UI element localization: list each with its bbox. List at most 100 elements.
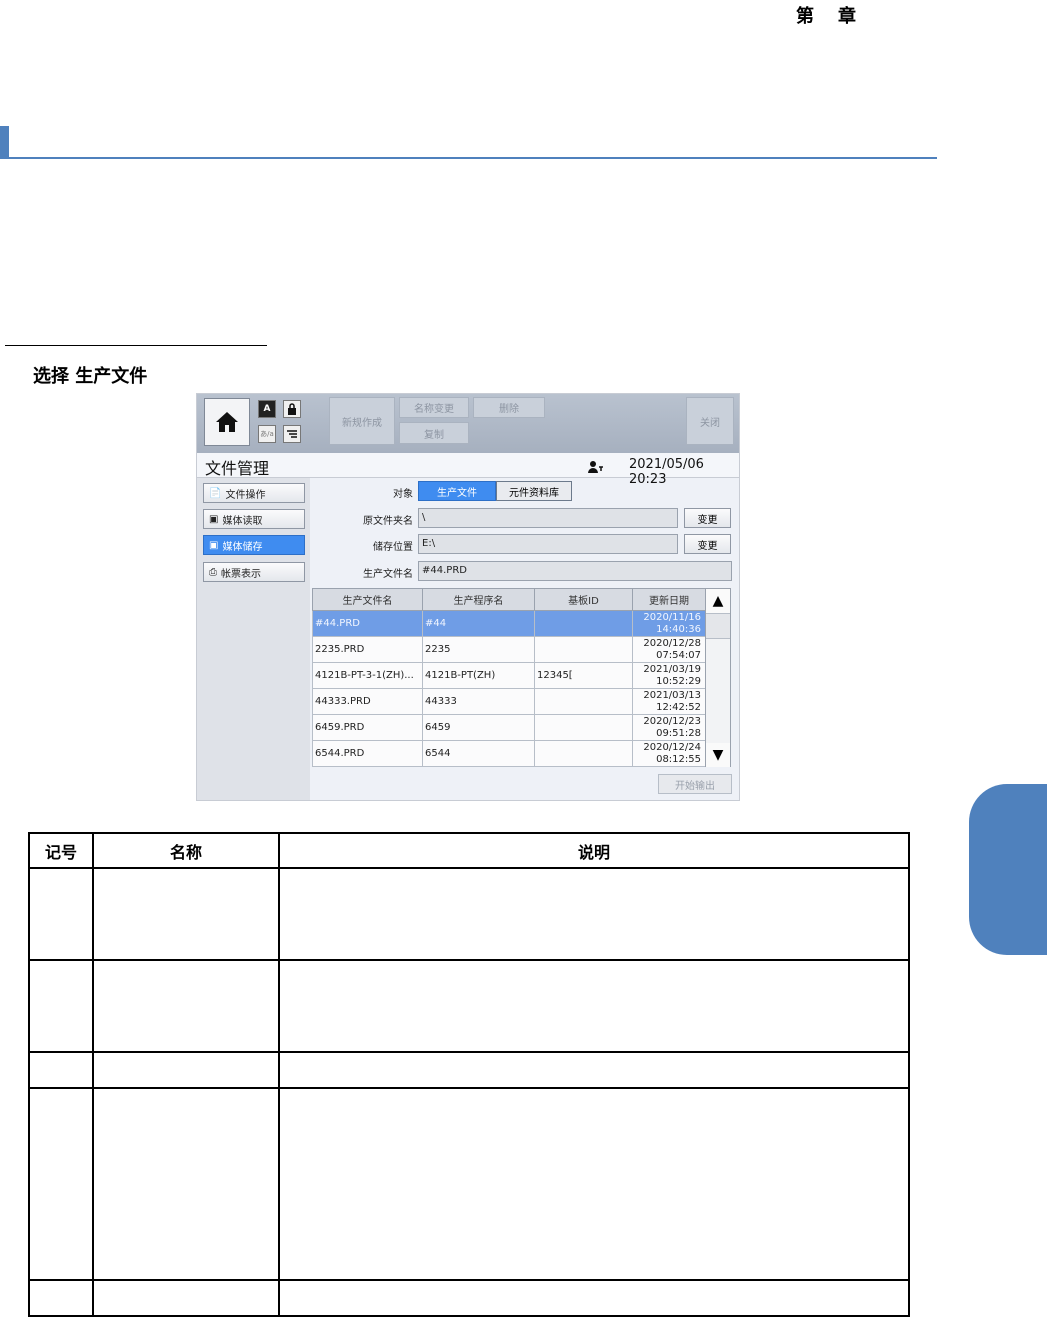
file-name-field[interactable]: #44.PRD: [418, 561, 732, 581]
table-scrollbar[interactable]: ▲ ▼: [705, 588, 731, 767]
nav-label: 媒体储存: [222, 541, 263, 553]
cell-mark: [28, 959, 94, 1053]
cell-file: 6544.PRD: [312, 740, 423, 767]
scroll-down-icon[interactable]: ▼: [706, 743, 730, 767]
date: 2020/11/16: [643, 611, 701, 623]
column-file-name[interactable]: 生产文件名: [312, 588, 423, 611]
new-create-button[interactable]: 新规作成: [329, 397, 395, 445]
cell-date: 2020/12/28 07:54:07: [632, 636, 706, 663]
cell-description: [278, 959, 910, 1053]
cell-name: [92, 1279, 280, 1317]
datetime: 2021/05/06 20:23: [629, 457, 704, 487]
header-name: 名称: [92, 832, 280, 869]
cell-file: 44333.PRD: [312, 688, 423, 715]
date: 2020/12/28: [643, 637, 701, 649]
file-icon: 📄: [209, 487, 222, 499]
table-row: [28, 1051, 910, 1089]
lock-icon[interactable]: [283, 400, 301, 418]
nav-label: 媒体读取: [222, 515, 263, 527]
rename-button[interactable]: 名称变更: [399, 397, 469, 418]
cell-board: [534, 636, 633, 663]
cell-board: [534, 714, 633, 741]
cell-file: 4121B-PT-3-1(ZH)...: [312, 662, 423, 689]
table-row: [28, 1087, 910, 1281]
time: 10:52:29: [656, 675, 701, 687]
cell-file: #44.PRD: [312, 610, 423, 637]
home-icon: [216, 412, 238, 432]
source-folder-change-button[interactable]: 变更: [684, 508, 731, 528]
chapter-label-right: 章: [838, 6, 858, 27]
cell-description: [278, 867, 910, 961]
home-button[interactable]: [204, 398, 250, 446]
description-table: 记号 名称 说明: [28, 832, 910, 1317]
table-row[interactable]: 6459.PRD 6459 2020/12/23 09:51:28: [312, 714, 706, 741]
title-rule: [9, 157, 937, 159]
table-row[interactable]: 6544.PRD 6544 2020/12/24 08:12:55: [312, 740, 706, 767]
cell-description: [278, 1051, 910, 1089]
source-folder-field[interactable]: \: [418, 508, 678, 528]
delete-button[interactable]: 删除: [473, 397, 545, 418]
target-component-library[interactable]: 元件资料库: [496, 481, 572, 501]
date: 2021/03/13: [643, 689, 701, 701]
cell-program: 6459: [422, 714, 535, 741]
table-row: [28, 867, 910, 961]
table-row[interactable]: 4121B-PT-3-1(ZH)... 4121B-PT(ZH) 12345[ …: [312, 662, 706, 689]
screen-title: 文件管理: [205, 459, 270, 478]
nav-media-read[interactable]: ▣ 媒体读取: [203, 509, 305, 529]
section-rule: [5, 345, 267, 346]
nav-label: 文件操作: [225, 489, 266, 501]
start-output-button[interactable]: 开始输出: [658, 774, 732, 794]
file-table-header: 生产文件名 生产程序名 基板ID 更新日期: [312, 588, 706, 611]
left-nav: 📄 文件操作 ▣ 媒体读取 ▣ 媒体储存 ⎙ 帐票表示: [197, 478, 310, 800]
toolbar: A あ/a 新规作成 名称变更 删除 复制 关闭: [197, 394, 739, 453]
table-row[interactable]: 44333.PRD 44333 2021/03/13 12:42:52: [312, 688, 706, 715]
save-location-change-button[interactable]: 变更: [684, 534, 731, 554]
chapter-label-left: 第: [796, 6, 816, 27]
cell-board: 12345[: [534, 662, 633, 689]
file-management-screen: A あ/a 新规作成 名称变更 删除 复制 关闭 文件管理 2021/05/06…: [196, 393, 740, 801]
cell-program: 4121B-PT(ZH): [422, 662, 535, 689]
date: 2020/12/24: [643, 741, 701, 753]
time: 07:54:07: [656, 649, 701, 661]
time: 08:12:55: [656, 753, 701, 765]
close-button[interactable]: 关闭: [686, 397, 734, 445]
description-table-header: 记号 名称 说明: [28, 832, 910, 869]
cell-date: 2021/03/19 10:52:29: [632, 662, 706, 689]
keyboard-a-icon[interactable]: A: [258, 400, 276, 418]
cell-description: [278, 1279, 910, 1317]
scroll-up-icon[interactable]: ▲: [706, 589, 730, 613]
scroll-track[interactable]: [706, 639, 730, 743]
column-update-date[interactable]: 更新日期: [632, 588, 706, 611]
date: 2020/12/23: [643, 715, 701, 727]
time: 14:40:36: [656, 623, 701, 635]
nav-report-display[interactable]: ⎙ 帐票表示: [203, 562, 305, 582]
save-location-label: 储存位置: [373, 542, 413, 553]
table-row[interactable]: #44.PRD #44 2020/11/16 14:40:36: [312, 610, 706, 637]
date: 2021/03/19: [643, 663, 701, 675]
save-location-field[interactable]: E:\: [418, 534, 678, 554]
cell-mark: [28, 1051, 94, 1089]
scroll-thumb[interactable]: [706, 613, 730, 639]
time: 12:42:52: [656, 701, 701, 713]
table-row: [28, 959, 910, 1053]
user-key-icon: [588, 458, 604, 477]
column-program-name[interactable]: 生产程序名: [422, 588, 535, 611]
cell-file: 2235.PRD: [312, 636, 423, 663]
cell-description: [278, 1087, 910, 1281]
target-label: 对象: [393, 489, 413, 500]
cell-mark: [28, 867, 94, 961]
chapter-label: 第章: [796, 2, 858, 28]
nav-file-operation[interactable]: 📄 文件操作: [203, 483, 305, 503]
table-row[interactable]: 2235.PRD 2235 2020/12/28 07:54:07: [312, 636, 706, 663]
copy-button[interactable]: 复制: [399, 422, 469, 444]
cell-name: [92, 867, 280, 961]
column-board-id[interactable]: 基板ID: [534, 588, 633, 611]
nav-media-save[interactable]: ▣ 媒体储存: [203, 535, 305, 555]
target-production-file[interactable]: 生产文件: [418, 481, 496, 501]
file-name-label: 生产文件名: [363, 569, 413, 580]
step-heading: 选择 生产文件: [33, 366, 148, 387]
input-mode-icon[interactable]: あ/a: [258, 425, 276, 443]
usb-icon[interactable]: [283, 425, 301, 443]
source-folder-label: 原文件夹名: [363, 516, 413, 527]
cell-program: 2235: [422, 636, 535, 663]
